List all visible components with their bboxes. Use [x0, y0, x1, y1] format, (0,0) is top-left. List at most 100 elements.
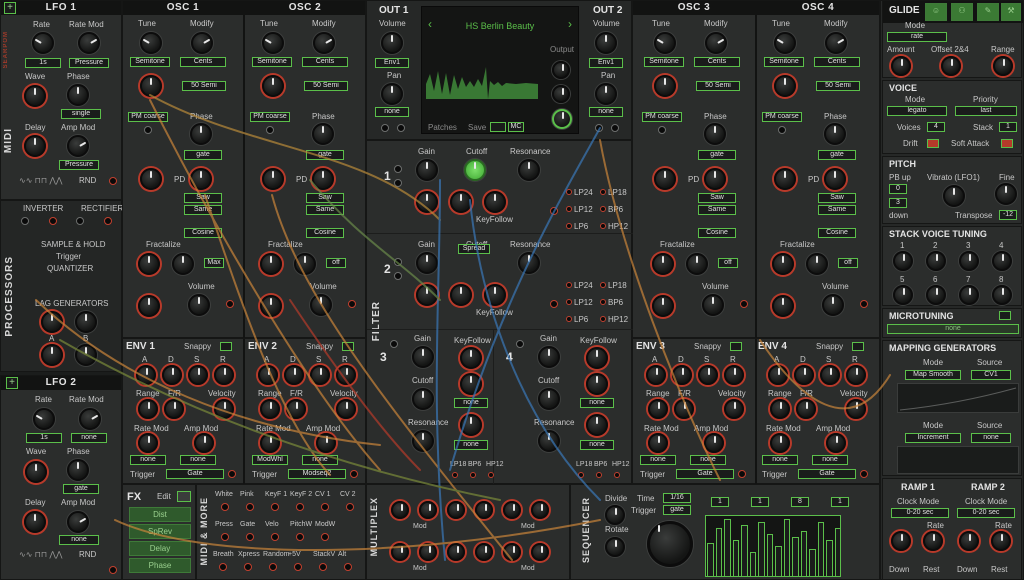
env3-r-knob[interactable] — [724, 365, 744, 385]
seq-level-bar[interactable] — [809, 549, 816, 576]
osc3-volume-knob[interactable] — [702, 294, 724, 316]
env3-velocity-knob[interactable] — [724, 399, 744, 419]
lfo2-rate-value[interactable]: 1s — [26, 433, 62, 443]
out2-volume-knob[interactable] — [595, 32, 617, 54]
lag-c-knob[interactable] — [41, 344, 63, 366]
multiplex-knob-1-5[interactable] — [531, 543, 549, 561]
env3-a-knob[interactable] — [646, 365, 666, 385]
filter3-mode-jack-LP18[interactable] — [452, 472, 458, 478]
filter4-mode-LP18[interactable]: LP18 — [576, 461, 592, 468]
osc2-pd-knob-2[interactable] — [312, 168, 334, 190]
filter1-cutoff-knob[interactable] — [464, 159, 486, 181]
osc1-fract-select[interactable]: Max — [204, 258, 224, 268]
stack-tune-2-knob[interactable] — [926, 251, 946, 271]
patches-button[interactable]: Patches — [428, 123, 457, 132]
mapping-source-select[interactable]: CV1 — [971, 370, 1011, 380]
env3-d-knob[interactable] — [672, 365, 692, 385]
osc2-pm-jack[interactable] — [266, 126, 274, 134]
midi-breath-jack[interactable] — [219, 563, 227, 571]
osc1-mod-knob-1[interactable] — [140, 75, 162, 97]
filter1-mod-knob-3[interactable] — [484, 191, 506, 213]
filter2-mode-BP6[interactable]: BP6 — [608, 298, 623, 307]
env3-amp-mod-select[interactable]: none — [690, 455, 726, 465]
filter2-mode-jack-BP6[interactable] — [600, 299, 606, 305]
seq-step-0[interactable]: 1 — [711, 497, 729, 507]
osc3-vol-knob-1[interactable] — [652, 295, 674, 317]
env4-d-knob[interactable] — [794, 365, 814, 385]
osc4-pd-knob-2[interactable] — [824, 168, 846, 190]
midi-modw-jack[interactable] — [321, 533, 329, 541]
filter3-mode-BP6[interactable]: BP6 — [468, 461, 481, 468]
midi-cv1-jack[interactable] — [321, 503, 329, 511]
filter4-mode-jack-HP12[interactable] — [614, 472, 620, 478]
output-knob-3[interactable] — [552, 109, 572, 129]
seq-time-select[interactable]: 1/16 — [663, 493, 691, 503]
filter2-mode-LP24[interactable]: LP24 — [574, 281, 593, 290]
env4-range-knob[interactable] — [770, 399, 790, 419]
osc2-fract-select[interactable]: off — [326, 258, 346, 268]
seq-divide-knob[interactable] — [605, 505, 625, 525]
stack-tune-8-knob[interactable] — [992, 285, 1012, 305]
pb-up-value[interactable]: 0 — [889, 184, 907, 194]
mapping-curve-1[interactable] — [897, 383, 1019, 413]
osc1-same-select[interactable]: Same — [184, 205, 222, 215]
env3-out-jack[interactable] — [738, 470, 746, 478]
env3-snappy-toggle[interactable] — [730, 342, 742, 351]
env1-range-knob[interactable] — [138, 399, 158, 419]
out1-jack-b[interactable] — [397, 124, 405, 132]
mapping2-source-select[interactable]: none — [971, 433, 1011, 443]
filter3-kf-knob[interactable] — [460, 347, 482, 369]
lag-d-knob[interactable] — [75, 344, 97, 366]
multiplex-knob-1-3[interactable] — [475, 543, 493, 561]
env1-r-knob[interactable] — [214, 365, 234, 385]
vibrato-knob[interactable] — [943, 185, 965, 207]
osc4-saw-select[interactable]: Saw — [818, 193, 856, 203]
env4-trigger-select[interactable]: Gate — [798, 469, 856, 479]
osc4-pd-knob-1[interactable] — [774, 168, 796, 190]
osc2-cosine-select[interactable]: Cosine — [306, 228, 344, 238]
filter1-mod-knob-1[interactable] — [416, 191, 438, 213]
seq-level-bar[interactable] — [707, 543, 714, 576]
lfo1-phase-select[interactable]: single — [61, 109, 101, 119]
multiplex-knob-1-0[interactable] — [391, 543, 409, 561]
osc1-pm-jack[interactable] — [144, 126, 152, 134]
ramp2-rest-knob[interactable] — [991, 531, 1011, 551]
filter2-mode-jack-LP6[interactable] — [566, 316, 572, 322]
seq-rotate-knob[interactable] — [605, 537, 625, 557]
glide-amount-knob[interactable] — [891, 56, 911, 76]
seq-level-bar[interactable] — [758, 522, 765, 576]
soft-attack-toggle[interactable] — [1001, 139, 1013, 148]
midi-pink-jack[interactable] — [246, 503, 254, 511]
filter1-mode-jack-LP18[interactable] — [600, 189, 606, 195]
osc3-same-select[interactable]: Same — [698, 205, 736, 215]
midi-press-jack[interactable] — [221, 533, 229, 541]
gamepad-icon[interactable]: ☺ — [925, 3, 947, 21]
lfo2-add-button[interactable]: + — [6, 377, 18, 389]
seq-level-bar[interactable] — [800, 531, 807, 576]
env1-out-jack[interactable] — [228, 470, 236, 478]
osc1-semi-select[interactable]: 50 Semi — [182, 81, 226, 91]
filter2-mode-LP12[interactable]: LP12 — [574, 298, 593, 307]
stack-tune-4-knob[interactable] — [992, 251, 1012, 271]
lfo1-wave-knob[interactable] — [24, 85, 46, 107]
out2-pan-knob[interactable] — [595, 83, 617, 105]
lfo2-phase-knob[interactable] — [67, 459, 89, 481]
env4-a-knob[interactable] — [768, 365, 788, 385]
env3-fr-knob[interactable] — [674, 399, 694, 419]
filter1-mode-BP6[interactable]: BP6 — [608, 205, 623, 214]
env4-r-knob[interactable] — [846, 365, 866, 385]
env4-velocity-knob[interactable] — [846, 399, 866, 419]
osc2-volume-knob[interactable] — [310, 294, 332, 316]
filter1-res-knob[interactable] — [518, 159, 540, 181]
lfo1-rate-mod-select[interactable]: Pressure — [69, 58, 109, 68]
filter1-mode-jack-HP12[interactable] — [600, 223, 606, 229]
glide-mode-select[interactable]: rate — [887, 32, 947, 42]
out1-pan-select[interactable]: none — [375, 107, 409, 117]
ramp1-clock-select[interactable]: 0-20 sec — [891, 508, 949, 518]
env1-velocity-knob[interactable] — [214, 399, 234, 419]
filter3-mode-LP18[interactable]: LP18 — [450, 461, 466, 468]
osc1-pm-select[interactable]: PM coarse — [128, 112, 168, 122]
filter1-mode-LP6[interactable]: LP6 — [574, 222, 588, 231]
env1-snappy-toggle[interactable] — [220, 342, 232, 351]
filter3-mode-jack-BP6[interactable] — [470, 472, 476, 478]
